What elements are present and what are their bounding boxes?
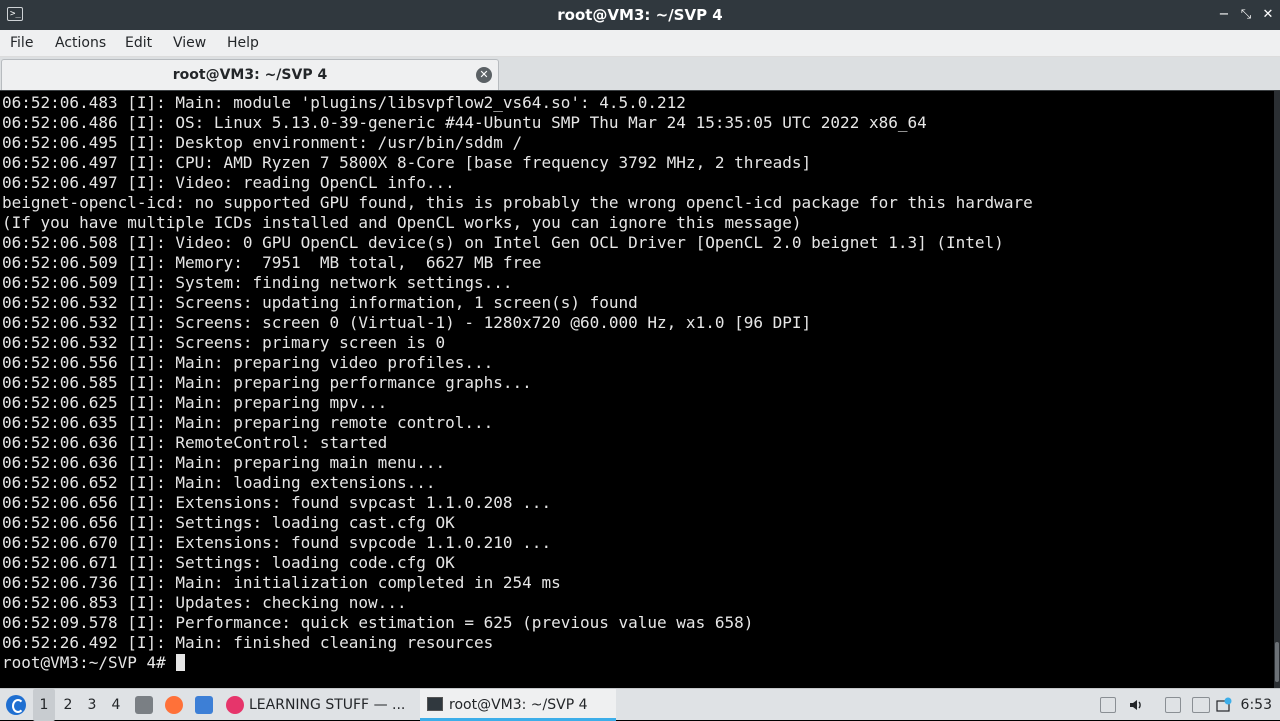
terminal-line: beignet-opencl-icd: no supported GPU fou… [2, 193, 1033, 212]
file-manager-icon[interactable] [135, 696, 153, 714]
maximize-button[interactable]: ⤡ [1236, 5, 1256, 25]
minimize-button[interactable]: − [1214, 5, 1234, 25]
terminal-line: 06:52:09.578 [I]: Performance: quick est… [2, 613, 754, 632]
terminal-output[interactable]: 06:52:06.483 [I]: Main: module 'plugins/… [0, 90, 1280, 688]
terminal-lines: 06:52:06.483 [I]: Main: module 'plugins/… [2, 93, 1268, 673]
terminal-line: 06:52:06.497 [I]: CPU: AMD Ryzen 7 5800X… [2, 153, 812, 172]
terminal-line: 06:52:06.532 [I]: Screens: primary scree… [2, 333, 446, 352]
tab-label: root@VM3: ~/SVP 4 [172, 67, 328, 83]
menu-edit[interactable]: Edit [125, 30, 152, 56]
terminal-line: 06:52:26.492 [I]: Main: finished cleanin… [2, 633, 494, 652]
menu-bar: File Actions Edit View Help [0, 30, 1280, 57]
tray-expand-icon[interactable] [1100, 697, 1116, 713]
task-label: LEARNING STUFF — ... [249, 697, 406, 713]
window-title: root@VM3: ~/SVP 4 [557, 6, 723, 24]
terminal-line: 06:52:06.636 [I]: Main: preparing main m… [2, 453, 446, 472]
terminal-line: 06:52:06.652 [I]: Main: loading extensio… [2, 473, 436, 492]
terminal-line: 06:52:06.556 [I]: Main: preparing video … [2, 353, 494, 372]
terminal-line: 06:52:06.671 [I]: Settings: loading code… [2, 553, 455, 572]
terminal-line: 06:52:06.656 [I]: Settings: loading cast… [2, 513, 455, 532]
terminal-line: 06:52:06.509 [I]: System: finding networ… [2, 273, 513, 292]
firefox-icon[interactable] [165, 696, 183, 714]
display-icon[interactable] [1192, 697, 1210, 713]
terminal-line: 06:52:06.486 [I]: OS: Linux 5.13.0-39-ge… [2, 113, 927, 132]
clock[interactable]: 6:53 [1241, 689, 1272, 721]
volume-icon[interactable] [1128, 697, 1144, 713]
tab-bar: root@VM3: ~/SVP 4 ✕ [0, 57, 1280, 90]
close-button[interactable]: ✕ [1258, 5, 1278, 25]
terminal-line: 06:52:06.532 [I]: Screens: updating info… [2, 293, 638, 312]
window-titlebar[interactable]: >_ root@VM3: ~/SVP 4 − ⤡ ✕ [0, 0, 1280, 30]
terminal-line: 06:52:06.508 [I]: Video: 0 GPU OpenCL de… [2, 233, 1004, 252]
desktop-icon[interactable] [195, 696, 213, 714]
task-terminal[interactable]: root@VM3: ~/SVP 4 [420, 689, 616, 721]
terminal-line: 06:52:06.497 [I]: Video: reading OpenCL … [2, 173, 455, 192]
task-firefox[interactable]: LEARNING STUFF — ... [222, 689, 412, 721]
terminal-line: 06:52:06.853 [I]: Updates: checking now.… [2, 593, 407, 612]
terminal-line: 06:52:06.670 [I]: Extensions: found svpc… [2, 533, 552, 552]
terminal-line: 06:52:06.636 [I]: RemoteControl: started [2, 433, 388, 452]
terminal-line: 06:52:06.495 [I]: Desktop environment: /… [2, 133, 523, 152]
terminal-icon [427, 697, 443, 711]
terminal-line: 06:52:06.585 [I]: Main: preparing perfor… [2, 373, 532, 392]
updates-icon[interactable] [1216, 697, 1232, 713]
scrollbar-thumb[interactable] [1275, 642, 1279, 682]
shell-prompt: root@VM3:~/SVP 4# [2, 653, 176, 672]
firefox-icon [226, 696, 244, 714]
application-launcher-icon[interactable] [6, 695, 26, 715]
terminal-line: 06:52:06.736 [I]: Main: initialization c… [2, 573, 561, 592]
tab-terminal[interactable]: root@VM3: ~/SVP 4 ✕ [1, 59, 499, 90]
terminal-prompt-line[interactable]: root@VM3:~/SVP 4# [2, 653, 1268, 673]
workspace-2[interactable]: 2 [57, 689, 79, 721]
terminal-line: (If you have multiple ICDs installed and… [2, 213, 802, 232]
workspace-1[interactable]: 1 [33, 689, 55, 721]
workspace-4[interactable]: 4 [105, 689, 127, 721]
text-cursor [176, 654, 186, 671]
menu-actions[interactable]: Actions [55, 30, 106, 56]
clipboard-icon[interactable] [1165, 697, 1181, 713]
menu-view[interactable]: View [173, 30, 206, 56]
menu-file[interactable]: File [10, 30, 33, 56]
task-label: root@VM3: ~/SVP 4 [449, 697, 588, 713]
terminal-line: 06:52:06.635 [I]: Main: preparing remote… [2, 413, 494, 432]
terminal-line: 06:52:06.656 [I]: Extensions: found svpc… [2, 493, 552, 512]
terminal-line: 06:52:06.532 [I]: Screens: screen 0 (Vir… [2, 313, 812, 332]
menu-help[interactable]: Help [227, 30, 259, 56]
terminal-line: 06:52:06.509 [I]: Memory: 7951 MB total,… [2, 253, 542, 272]
taskbar: 1 2 3 4 LEARNING STUFF — ... root@VM3: ~… [0, 688, 1280, 721]
tab-close-icon[interactable]: ✕ [476, 67, 492, 83]
terminal-line: 06:52:06.483 [I]: Main: module 'plugins/… [2, 93, 686, 112]
terminal-scrollbar[interactable] [1274, 91, 1280, 688]
terminal-line: 06:52:06.625 [I]: Main: preparing mpv... [2, 393, 388, 412]
workspace-3[interactable]: 3 [81, 689, 103, 721]
